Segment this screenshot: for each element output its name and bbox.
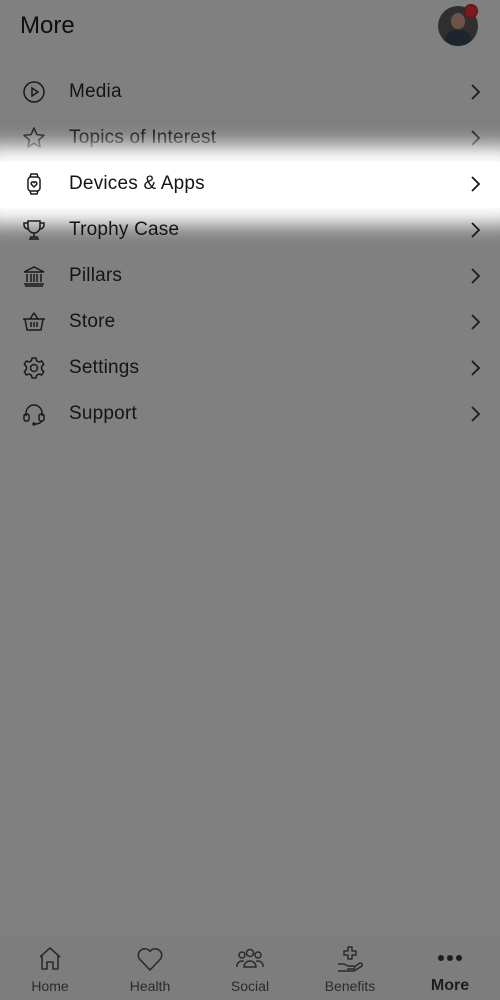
hand-plus-icon — [335, 945, 365, 973]
chevron-right-icon — [468, 312, 482, 332]
menu-item-trophy-case[interactable]: Trophy Case — [0, 208, 500, 254]
star-icon — [22, 126, 46, 150]
nav-tab-label: Health — [129, 978, 171, 994]
chevron-right-icon — [468, 404, 482, 424]
menu-item-topics-of-interest[interactable]: Topics of Interest — [0, 116, 500, 162]
gear-icon — [22, 356, 46, 380]
bank-icon — [22, 264, 46, 288]
chevron-right-icon — [468, 174, 482, 194]
people-icon — [235, 945, 265, 973]
menu-item-label: Trophy Case — [69, 219, 180, 240]
header: More — [0, 0, 500, 54]
chevron-right-icon — [468, 128, 482, 148]
menu-item-label: Media — [69, 81, 122, 102]
play-circle-icon — [22, 80, 46, 104]
menu-item-support[interactable]: Support — [0, 392, 500, 438]
avatar-head — [451, 13, 465, 29]
menu-item-media[interactable]: Media — [0, 70, 500, 116]
avatar-body — [444, 30, 472, 46]
menu-item-settings[interactable]: Settings — [0, 346, 500, 392]
nav-tab-benefits[interactable]: Benefits — [300, 935, 400, 1000]
menu-item-label: Settings — [69, 357, 140, 378]
menu-item-pillars[interactable]: Pillars — [0, 254, 500, 300]
headset-icon — [22, 402, 46, 426]
bottom-nav: Home Health Social Benefits More — [0, 935, 500, 1000]
nav-tab-label: More — [430, 977, 470, 994]
page-title: More — [20, 12, 75, 39]
menu-item-label: Devices & Apps — [69, 173, 205, 194]
menu-item-label: Support — [69, 403, 137, 424]
heart-icon — [135, 945, 165, 973]
menu-item-label: Store — [69, 311, 116, 332]
home-icon — [35, 945, 65, 973]
nav-tab-label: Social — [230, 978, 270, 994]
nav-tab-health[interactable]: Health — [100, 935, 200, 1000]
more-menu: Media Topics of Interest Devices & Apps — [0, 70, 500, 438]
more-dots-icon — [435, 945, 465, 973]
nav-tab-home[interactable]: Home — [0, 935, 100, 1000]
chevron-right-icon — [468, 358, 482, 378]
menu-item-label: Topics of Interest — [69, 127, 217, 148]
nav-tab-label: Benefits — [324, 978, 376, 994]
basket-icon — [22, 310, 46, 334]
menu-item-store[interactable]: Store — [0, 300, 500, 346]
chevron-right-icon — [468, 82, 482, 102]
chevron-right-icon — [468, 220, 482, 240]
menu-item-devices-and-apps[interactable]: Devices & Apps — [0, 162, 500, 208]
nav-tab-label: Home — [31, 978, 69, 994]
nav-tab-social[interactable]: Social — [200, 935, 300, 1000]
smartwatch-icon — [22, 172, 46, 196]
nav-tab-more[interactable]: More — [400, 935, 500, 1000]
menu-item-label: Pillars — [69, 265, 123, 286]
trophy-icon — [22, 218, 46, 242]
chevron-right-icon — [468, 266, 482, 286]
notification-badge — [464, 4, 478, 18]
